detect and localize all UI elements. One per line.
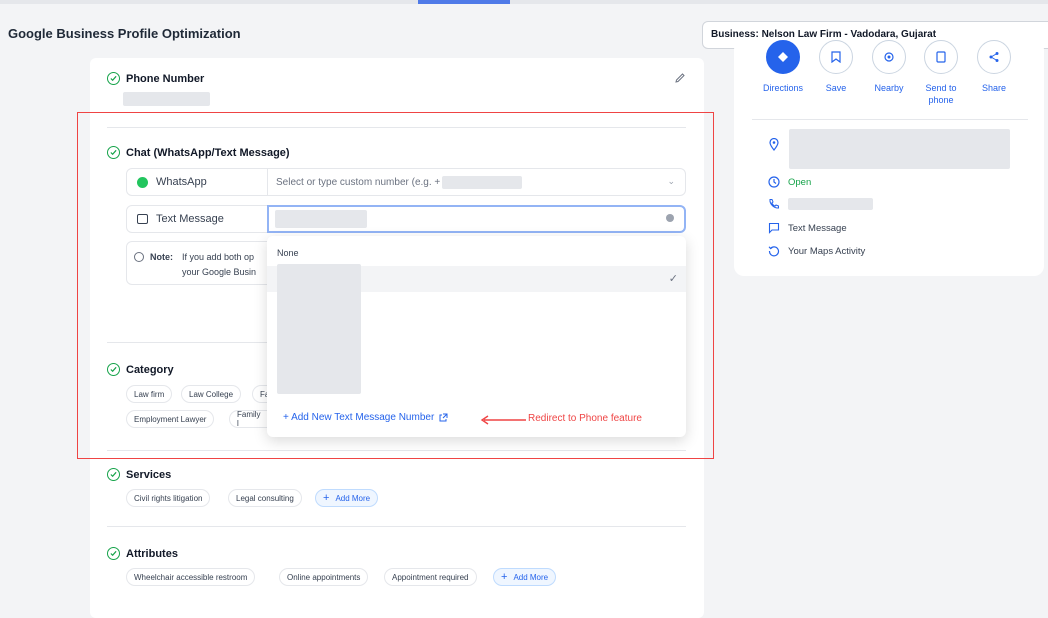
services-section-title: Services bbox=[107, 468, 171, 481]
phone-icon bbox=[769, 199, 779, 209]
attribute-chip[interactable]: Wheelchair accessible restroom bbox=[126, 568, 256, 586]
message-icon bbox=[768, 222, 780, 234]
edit-pencil-icon[interactable] bbox=[674, 72, 686, 84]
check-circle-icon bbox=[107, 547, 120, 560]
share-icon bbox=[977, 40, 1011, 74]
annotation-arrow-icon bbox=[480, 415, 526, 425]
service-chip[interactable]: Legal consulting bbox=[228, 489, 302, 507]
redacted-phone-value bbox=[123, 92, 210, 106]
action-label: Send to phone bbox=[925, 83, 957, 105]
attributes-section-title: Attributes bbox=[107, 547, 178, 560]
redacted-address bbox=[789, 129, 1010, 169]
directions-icon bbox=[766, 40, 800, 74]
send-to-phone-icon bbox=[924, 40, 958, 74]
clock-icon bbox=[768, 176, 780, 188]
action-label: Nearby bbox=[874, 83, 904, 93]
text-message-link: Text Message bbox=[788, 222, 847, 234]
attributes-add-more-button[interactable]: + Add More bbox=[493, 568, 557, 586]
services-add-more-button[interactable]: + Add More bbox=[315, 489, 379, 507]
text-message-row[interactable]: Text Message bbox=[768, 222, 847, 234]
attribute-chip[interactable]: Online appointments bbox=[279, 568, 369, 586]
phone-section-title: Phone Number bbox=[107, 72, 204, 85]
action-label: Save bbox=[825, 83, 847, 93]
attribute-chip[interactable]: Appointment required bbox=[384, 568, 477, 586]
attributes-title-label: Attributes bbox=[126, 547, 178, 560]
maps-activity-row[interactable]: Your Maps Activity bbox=[768, 245, 865, 257]
service-chip[interactable]: Civil rights litigation bbox=[126, 489, 211, 507]
bookmark-icon bbox=[819, 40, 853, 74]
divider bbox=[107, 526, 686, 527]
phone-row[interactable] bbox=[768, 198, 873, 210]
action-label: Directions bbox=[762, 83, 803, 93]
hours-row[interactable]: Open bbox=[768, 176, 811, 188]
check-circle-icon bbox=[107, 468, 120, 481]
redacted-phone bbox=[788, 198, 873, 210]
annotation-highlight-box bbox=[77, 112, 714, 459]
top-progress-bar bbox=[0, 0, 1048, 4]
nearby-icon bbox=[872, 40, 906, 74]
plus-icon: + bbox=[323, 492, 330, 504]
location-pin-icon bbox=[769, 138, 779, 151]
services-add-more-label: Add More bbox=[335, 493, 371, 503]
page-title: Google Business Profile Optimization bbox=[8, 26, 241, 41]
action-directions[interactable]: Directions bbox=[756, 40, 810, 94]
history-icon bbox=[768, 246, 780, 257]
plus-icon: + bbox=[501, 571, 508, 583]
annotation-text: Redirect to Phone feature bbox=[528, 413, 642, 424]
services-title-label: Services bbox=[126, 468, 172, 481]
action-share[interactable]: Share bbox=[967, 40, 1021, 94]
action-save[interactable]: Save bbox=[809, 40, 863, 94]
divider bbox=[752, 119, 1028, 120]
phone-title-label: Phone Number bbox=[126, 72, 205, 85]
status-open: Open bbox=[788, 176, 812, 188]
attributes-add-more-label: Add More bbox=[513, 572, 549, 582]
check-circle-icon bbox=[107, 72, 120, 85]
active-tab-indicator bbox=[418, 0, 510, 4]
action-label: Share bbox=[981, 83, 1007, 93]
maps-activity-link: Your Maps Activity bbox=[788, 245, 866, 257]
action-nearby[interactable]: Nearby bbox=[862, 40, 916, 94]
action-send-to-phone[interactable]: Send to phone bbox=[915, 40, 967, 106]
